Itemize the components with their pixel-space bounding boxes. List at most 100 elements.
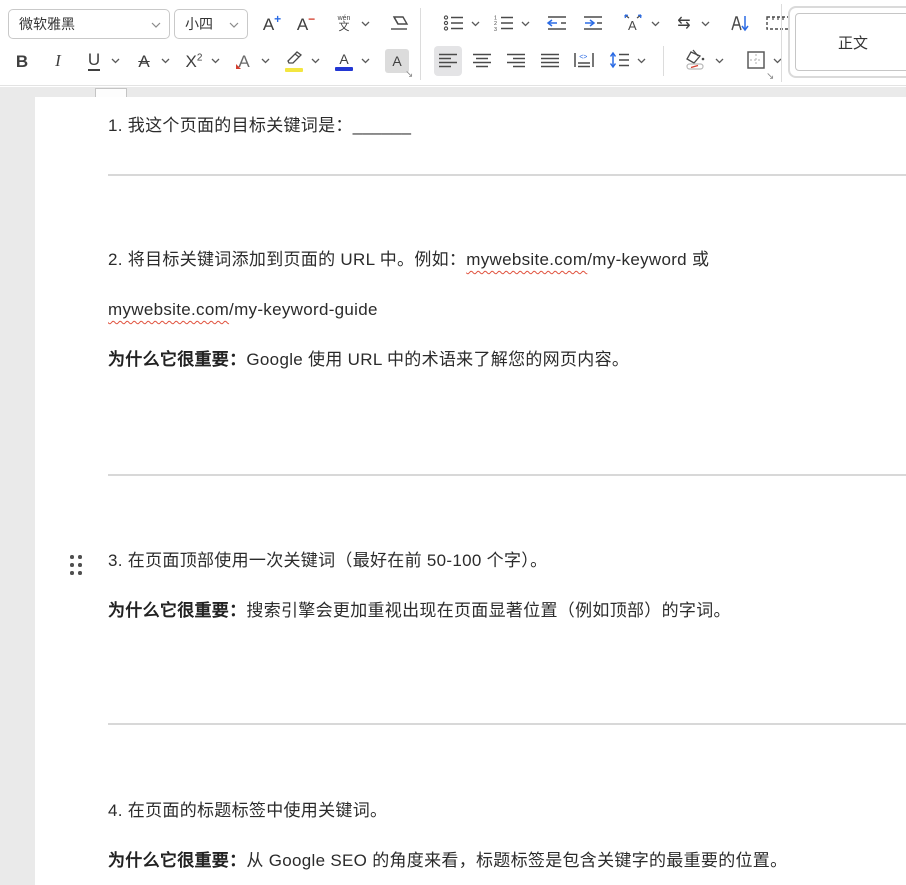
paragraph-text: 3. 在页面顶部使用一次关键词（最好在前 50-100 个字）。 — [108, 551, 547, 570]
align-center-button[interactable] — [468, 46, 496, 76]
numbered-list-icon: 123 — [493, 14, 515, 35]
font-size-select[interactable]: 小四 — [174, 9, 248, 39]
decrease-indent-button[interactable] — [542, 9, 572, 39]
toolbar-separator — [663, 46, 664, 76]
clear-format-button[interactable] — [384, 9, 414, 39]
paragraph-url-example[interactable]: mywebsite.com/my-keyword-guide — [108, 296, 378, 324]
why-important-label: 为什么它很重要： — [108, 350, 246, 369]
font-color-bar — [335, 67, 353, 71]
line-spacing-icon — [609, 51, 631, 72]
paragraph-text: 从 Google SEO 的角度来看，标题标签是包含关键字的最重要的位置。 — [246, 851, 787, 870]
superscript-icon: X2 — [186, 53, 203, 70]
align-left-icon — [437, 52, 459, 71]
paragraph-why-top[interactable]: 为什么它很重要：搜索引擎会更加重视出现在页面显著位置（例如顶部）的字词。 — [108, 597, 731, 625]
style-item-body-text[interactable]: 正文 — [795, 13, 906, 71]
font-size-value: 小四 — [185, 14, 213, 34]
fill-in-blank: ______ — [353, 116, 412, 135]
distribute-icon: <> — [573, 52, 595, 71]
highlight-color-bar — [285, 68, 303, 72]
paragraph-title-tag[interactable]: 4. 在页面的标题标签中使用关键词。 — [108, 797, 387, 825]
svg-text:A: A — [628, 18, 637, 33]
strikethrough-dropdown[interactable] — [158, 46, 172, 76]
paragraph-top-keyword[interactable]: 3. 在页面顶部使用一次关键词（最好在前 50-100 个字）。 — [108, 547, 547, 575]
paragraph-text: 2. 将目标关键词添加到页面的 URL 中。例如： — [108, 250, 466, 269]
why-important-label: 为什么它很重要： — [108, 601, 246, 620]
spellcheck-flagged-text: mywebsite.com — [466, 250, 587, 269]
highlight-dropdown[interactable] — [308, 46, 322, 76]
align-left-button[interactable] — [434, 46, 462, 76]
underline-icon: U — [88, 51, 100, 71]
paragraph-why-url[interactable]: 为什么它很重要：Google 使用 URL 中的术语来了解您的网页内容。 — [108, 346, 629, 374]
align-right-button[interactable] — [502, 46, 530, 76]
text-effects-button[interactable]: A — [230, 46, 258, 76]
paragraph-drag-handle[interactable] — [67, 553, 85, 577]
strikethrough-button[interactable]: A — [130, 46, 158, 76]
section-divider — [108, 723, 906, 725]
bold-icon: B — [16, 53, 28, 70]
text-direction-button[interactable]: ⇆ — [670, 9, 698, 39]
document-page[interactable]: 1. 我这个页面的目标关键词是：______ 2. 将目标关键词添加到页面的 U… — [35, 97, 906, 885]
underline-button[interactable]: U — [80, 46, 108, 76]
svg-text:<>: <> — [579, 54, 587, 61]
eraser-icon — [387, 13, 411, 36]
superscript-dropdown[interactable] — [208, 46, 222, 76]
why-important-label: 为什么它很重要： — [108, 851, 246, 870]
spellcheck-flagged-text: mywebsite.com — [108, 300, 229, 319]
toolbar-separator — [781, 4, 782, 82]
paragraph-text: 4. 在页面的标题标签中使用关键词。 — [108, 801, 387, 820]
borders-icon — [746, 50, 766, 73]
underline-dropdown[interactable] — [108, 46, 122, 76]
bullet-list-button[interactable] — [440, 9, 468, 39]
paragraph-why-title[interactable]: 为什么它很重要：从 Google SEO 的角度来看，标题标签是包含关键字的最重… — [108, 847, 787, 875]
shading-fill-dropdown[interactable] — [712, 46, 726, 76]
numbered-list-button[interactable]: 123 — [490, 9, 518, 39]
bullet-list-icon — [443, 14, 465, 35]
shrink-font-button[interactable]: A− — [292, 9, 320, 39]
text-effects-icon: A — [238, 53, 249, 70]
style-gallery: 正文 — [788, 6, 906, 78]
paragraph-text: Google 使用 URL 中的术语来了解您的网页内容。 — [246, 350, 629, 369]
character-scale-dropdown[interactable] — [648, 9, 662, 39]
shading-fill-button[interactable] — [680, 46, 712, 76]
justify-button[interactable] — [536, 46, 564, 76]
align-right-icon — [505, 52, 527, 71]
phonetic-guide-dropdown[interactable] — [358, 9, 372, 39]
app-window: 微软雅黑 小四 A+ A− wén 文 — [0, 0, 906, 885]
align-center-icon — [471, 52, 493, 71]
paragraph-text: /my-keyword — [587, 250, 687, 269]
paragraph-keyword-blank[interactable]: 1. 我这个页面的目标关键词是：______ — [108, 112, 411, 140]
paragraph-text: /my-keyword-guide — [229, 300, 378, 319]
bold-button[interactable]: B — [8, 46, 36, 76]
grow-font-button[interactable]: A+ — [258, 9, 286, 39]
paragraph-text: 1. 我这个页面的目标关键词是： — [108, 116, 353, 135]
numbered-list-dropdown[interactable] — [518, 9, 532, 39]
superscript-button[interactable]: X2 — [180, 46, 208, 76]
sort-button[interactable] — [724, 9, 754, 39]
distribute-button[interactable]: <> — [570, 46, 598, 76]
phonetic-guide-button[interactable]: wén 文 — [330, 9, 358, 39]
ribbon-toolbar: 微软雅黑 小四 A+ A− wén 文 — [0, 0, 906, 86]
highlight-button[interactable] — [280, 46, 308, 76]
paragraph-group-launcher-icon[interactable]: ↘ — [766, 72, 774, 82]
paragraph-text: 搜索引擎会更加重视出现在页面显著位置（例如顶部）的字词。 — [246, 601, 730, 620]
paragraph-text: 或 — [687, 250, 709, 269]
font-group-launcher-icon[interactable]: ↘ — [405, 70, 413, 80]
text-effects-dropdown[interactable] — [258, 46, 272, 76]
character-scale-button[interactable]: A — [618, 9, 648, 39]
chevron-down-icon — [229, 15, 239, 33]
bullet-list-dropdown[interactable] — [468, 9, 482, 39]
line-spacing-dropdown[interactable] — [634, 46, 648, 76]
font-color-button[interactable]: A — [330, 46, 358, 76]
strikethrough-icon: A — [138, 53, 149, 70]
italic-icon: I — [55, 51, 61, 71]
font-color-dropdown[interactable] — [358, 46, 372, 76]
increase-indent-button[interactable] — [578, 9, 608, 39]
paragraph-url-tip[interactable]: 2. 将目标关键词添加到页面的 URL 中。例如：mywebsite.com/m… — [108, 246, 709, 274]
line-spacing-button[interactable] — [606, 46, 634, 76]
justify-icon — [539, 52, 561, 71]
character-scale-icon: A — [621, 13, 645, 36]
italic-button[interactable]: I — [44, 46, 72, 76]
text-direction-dropdown[interactable] — [698, 9, 712, 39]
font-name-select[interactable]: 微软雅黑 — [8, 9, 170, 39]
style-item-label: 正文 — [838, 32, 868, 53]
